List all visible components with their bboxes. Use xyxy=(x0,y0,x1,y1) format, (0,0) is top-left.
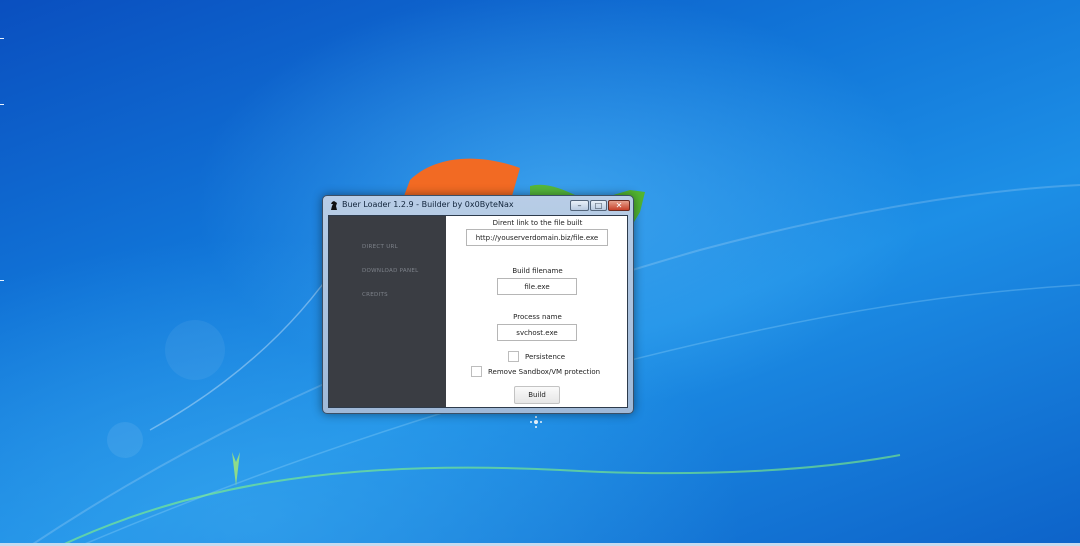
persistence-checkbox[interactable] xyxy=(508,351,519,362)
process-name-label: Process name xyxy=(513,313,562,321)
maximize-button[interactable]: □ xyxy=(590,200,607,211)
sidebar-item-credits[interactable]: CREDITS xyxy=(362,292,388,298)
maximize-icon: □ xyxy=(594,201,603,210)
persistence-label: Persistence xyxy=(525,353,566,361)
direct-link-label: Dirent link to the file built xyxy=(492,219,583,227)
desktop-icon-edge xyxy=(0,280,4,281)
title-bar[interactable]: Buer Loader 1.2.9 - Builder by 0x0ByteNa… xyxy=(323,196,633,215)
build-filename-label: Build filename xyxy=(512,267,563,275)
builder-window: Buer Loader 1.2.9 - Builder by 0x0ByteNa… xyxy=(322,195,634,414)
minimize-button[interactable]: – xyxy=(570,200,589,211)
sidebar: DIRECT URL DOWNLOAD PANEL CREDITS xyxy=(329,216,446,407)
build-filename-input[interactable] xyxy=(497,278,577,295)
desktop-icon-edge xyxy=(0,104,4,105)
sidebar-item-download-panel[interactable]: DOWNLOAD PANEL xyxy=(362,268,419,274)
window-title: Buer Loader 1.2.9 - Builder by 0x0ByteNa… xyxy=(342,200,514,209)
builder-form: Dirent link to the file built Build file… xyxy=(446,216,627,407)
build-button[interactable]: Build xyxy=(514,386,560,404)
sandbox-label: Remove Sandbox/VM protection xyxy=(488,368,601,376)
minimize-icon: – xyxy=(577,201,582,210)
desktop: Buer Loader 1.2.9 - Builder by 0x0ByteNa… xyxy=(0,0,1080,546)
close-icon: ✕ xyxy=(615,201,623,210)
direct-link-input[interactable] xyxy=(466,229,608,246)
sandbox-checkbox[interactable] xyxy=(471,366,482,377)
close-button[interactable]: ✕ xyxy=(608,200,630,211)
process-name-input[interactable] xyxy=(497,324,577,341)
window-client-area: DIRECT URL DOWNLOAD PANEL CREDITS Dirent… xyxy=(328,215,628,408)
sidebar-item-direct-url[interactable]: DIRECT URL xyxy=(362,244,398,250)
desktop-icon-edge xyxy=(0,38,4,39)
chess-knight-icon xyxy=(331,201,337,210)
